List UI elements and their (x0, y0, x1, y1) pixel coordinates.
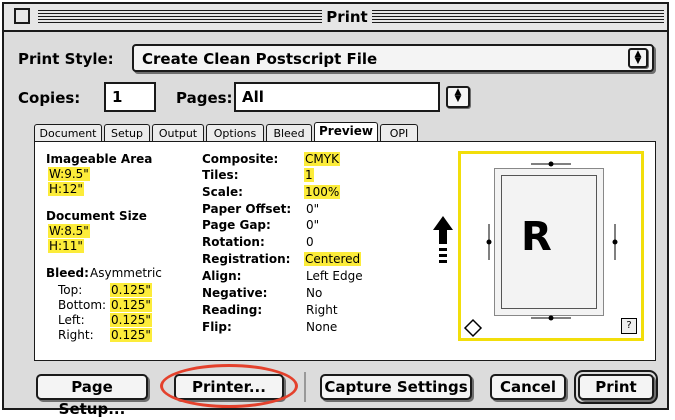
document-size-heading: Document Size (46, 209, 147, 223)
tab-opi[interactable]: OPI (380, 124, 418, 142)
bleed-bottom-label: Bottom: (58, 298, 107, 312)
button-separator (304, 372, 306, 402)
document-size-width: W:8.5" (48, 224, 90, 238)
pages-field[interactable]: All (234, 82, 440, 112)
imageable-area-height: H:12" (48, 182, 84, 196)
negative-value: No (306, 286, 323, 300)
rotate-page-icon[interactable] (463, 318, 483, 338)
print-dialog: Print Print Style: Create Clean Postscri… (2, 2, 669, 418)
imageable-area-heading: Imageable Area (46, 152, 153, 166)
bleed-top-value: 0.125" (110, 283, 152, 297)
bleed-bottom-value: 0.125" (110, 298, 152, 312)
copies-field[interactable]: 1 (104, 82, 156, 112)
page-gap-value: 0" (306, 218, 320, 232)
capture-settings-button[interactable]: Capture Settings (320, 374, 472, 400)
tab-output[interactable]: Output (152, 124, 204, 142)
scale-value: 100% (304, 185, 341, 199)
page-setup-button[interactable]: Page Setup... (36, 374, 148, 418)
negative-label: Negative: (202, 286, 268, 300)
bleed-label: Bleed: (46, 266, 89, 280)
align-label: Align: (202, 269, 242, 283)
reading-value: Right (306, 303, 338, 317)
reading-label: Reading: (202, 303, 263, 317)
bleed-left-value: 0.125" (110, 313, 152, 327)
flip-value: None (306, 320, 338, 334)
tab-bleed[interactable]: Bleed (266, 124, 312, 142)
rotation-value: 0 (306, 235, 314, 249)
copies-label: Copies: (18, 89, 81, 107)
tiles-label: Tiles: (202, 168, 239, 182)
pages-updown-arrows-icon[interactable]: ▲ ▼ (446, 86, 470, 108)
page-gap-label: Page Gap: (202, 218, 271, 232)
updown-arrows-icon: ▲ ▼ (628, 48, 648, 68)
paper-offset-label: Paper Offset: (202, 202, 292, 216)
pages-label: Pages: (176, 89, 233, 107)
title-bar[interactable]: Print (4, 4, 667, 32)
bleed-right-label: Right: (58, 328, 94, 342)
bleed-top-label: Top: (58, 283, 83, 297)
bleed-right-value: 0.125" (110, 328, 152, 342)
bleed-value: Asymmetric (90, 266, 162, 280)
composite-label: Composite: (202, 152, 279, 166)
print-style-popup[interactable]: Create Clean Postscript File ▲ ▼ (132, 44, 654, 72)
page-preview: R ? (458, 151, 644, 341)
cancel-button[interactable]: Cancel (490, 374, 566, 400)
tab-document[interactable]: Document (34, 124, 102, 142)
composite-value: CMYK (304, 152, 340, 166)
flip-label: Flip: (202, 320, 232, 334)
document-size-height: H:11" (48, 239, 84, 253)
print-style-label: Print Style: (18, 50, 114, 68)
bleed-left-label: Left: (58, 313, 85, 327)
registration-value: Centered (304, 252, 362, 266)
help-icon[interactable]: ? (621, 318, 637, 334)
preview-letter: R (521, 214, 552, 260)
tab-preview[interactable]: Preview (314, 122, 378, 142)
align-value: Left Edge (306, 269, 363, 283)
feed-direction-arrow-icon (433, 216, 453, 263)
window-title: Print (322, 6, 372, 28)
scale-label: Scale: (202, 185, 243, 199)
tiles-value: 1 (304, 168, 314, 182)
tab-options[interactable]: Options (206, 124, 264, 142)
tab-setup[interactable]: Setup (104, 124, 150, 142)
rotation-label: Rotation: (202, 235, 265, 249)
paper-offset-value: 0" (306, 202, 320, 216)
imageable-area-width: W:9.5" (48, 167, 90, 181)
print-button[interactable]: Print (574, 370, 658, 404)
print-style-value: Create Clean Postscript File (142, 50, 378, 68)
printer-button[interactable]: Printer... (174, 374, 284, 400)
registration-label: Registration: (202, 252, 291, 266)
close-box-icon[interactable] (14, 8, 30, 24)
